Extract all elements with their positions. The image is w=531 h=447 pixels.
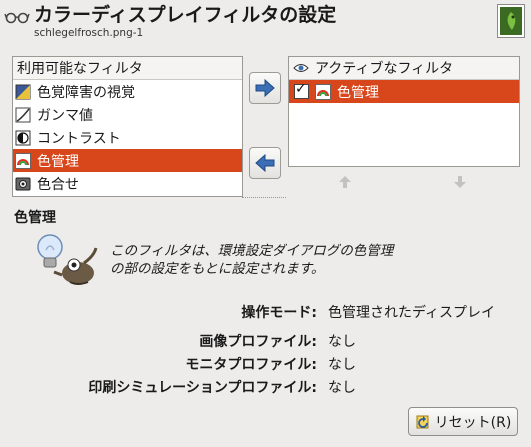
list-item-label: ガンマ値 bbox=[37, 107, 93, 124]
list-item-contrast[interactable]: コントラスト bbox=[13, 126, 242, 149]
arrow-up-icon bbox=[339, 176, 351, 188]
list-item-label: 色覚障害の視覚 bbox=[37, 84, 135, 101]
active-item-color-management[interactable]: 色管理 bbox=[289, 80, 519, 103]
move-down-button[interactable] bbox=[452, 174, 468, 190]
print-simulation-profile-label: 印刷シミュレーションプロファイル: bbox=[88, 380, 317, 396]
reset-button-label: リセット(R) bbox=[434, 414, 512, 431]
gamma-icon bbox=[15, 107, 31, 123]
pane-divider[interactable] bbox=[242, 197, 286, 198]
arrow-down-icon bbox=[454, 176, 466, 188]
description-line: の部の設定をもとに設定されます。 bbox=[110, 261, 325, 277]
mode-value: 色管理されたディスプレイ bbox=[328, 305, 496, 321]
add-filter-button[interactable] bbox=[249, 72, 281, 104]
list-item-label: コントラスト bbox=[37, 130, 121, 147]
active-filters-header-label: アクティブなフィルタ bbox=[315, 61, 454, 77]
list-item-color-proof[interactable]: 色合せ bbox=[13, 172, 242, 195]
contrast-icon bbox=[15, 130, 31, 146]
glasses-icon bbox=[4, 6, 30, 26]
remove-filter-button[interactable] bbox=[249, 147, 281, 179]
help-lightbulb-icon bbox=[30, 230, 100, 290]
active-filters-list[interactable]: アクティブなフィルタ 色管理 bbox=[288, 56, 520, 167]
color-management-icon bbox=[15, 152, 31, 169]
list-item-color-management[interactable]: 色管理 bbox=[13, 149, 242, 172]
filter-description: このフィルタは、環境設定ダイアログの色管理 の部の設定をもとに設定されます。 bbox=[110, 242, 470, 278]
available-filters-header-label: 利用可能なフィルタ bbox=[17, 61, 143, 77]
color-management-icon bbox=[315, 83, 331, 100]
list-item-gamma[interactable]: ガンマ値 bbox=[13, 103, 242, 126]
arrow-right-icon bbox=[255, 79, 275, 97]
available-filters-header[interactable]: 利用可能なフィルタ bbox=[13, 57, 242, 80]
monitor-profile-value: なし bbox=[328, 357, 356, 373]
list-item-label: 色管理 bbox=[37, 153, 79, 170]
color-proof-icon bbox=[15, 176, 31, 192]
description-line: このフィルタは、環境設定ダイアログの色管理 bbox=[110, 243, 394, 259]
reset-icon bbox=[416, 415, 429, 428]
monitor-profile-label: モニタプロファイル: bbox=[185, 357, 317, 373]
filter-title: 色管理 bbox=[14, 210, 56, 226]
image-profile-label: 画像プロファイル: bbox=[199, 334, 317, 350]
list-item-label: 色合せ bbox=[37, 176, 79, 193]
print-simulation-profile-value: なし bbox=[328, 380, 356, 396]
reset-button[interactable]: リセット(R) bbox=[408, 407, 518, 436]
image-name: schlegelfrosch.png-1 bbox=[34, 27, 144, 39]
enable-checkbox[interactable] bbox=[294, 81, 309, 99]
image-profile-value: なし bbox=[328, 334, 356, 350]
color-deficient-icon bbox=[15, 84, 31, 100]
list-item-label: 色管理 bbox=[337, 84, 379, 101]
move-up-button[interactable] bbox=[337, 174, 353, 190]
mode-label: 操作モード: bbox=[241, 305, 317, 321]
list-item-color-deficient[interactable]: 色覚障害の視覚 bbox=[13, 80, 242, 103]
dialog-title: カラーディスプレイフィルタの設定 bbox=[34, 4, 337, 26]
eye-icon bbox=[293, 64, 309, 72]
active-filters-header[interactable]: アクティブなフィルタ bbox=[289, 57, 519, 80]
arrow-left-icon bbox=[255, 154, 275, 172]
image-thumbnail bbox=[497, 4, 525, 38]
available-filters-list[interactable]: 利用可能なフィルタ 色覚障害の視覚 ガンマ値 コントラスト 色管理 色合せ bbox=[12, 56, 243, 197]
